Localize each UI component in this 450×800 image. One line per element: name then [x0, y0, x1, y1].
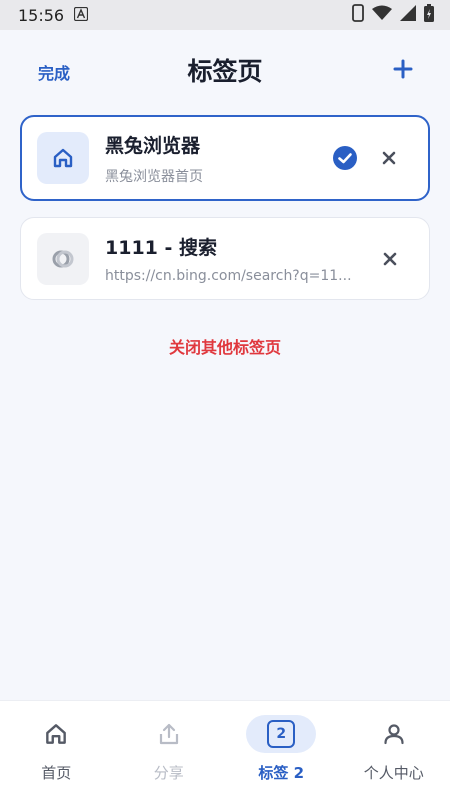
nav-label: 个人中心 — [363, 764, 424, 782]
close-other-tabs-button[interactable]: 关闭其他标签页 — [0, 334, 450, 358]
home-icon — [53, 148, 73, 168]
tab-subtitle: 黑兔浏览器首页 — [105, 168, 203, 185]
tab-thumbnail — [37, 232, 89, 285]
tab-card[interactable]: 1111 - 搜索 https://cn.bing.com/search?q=1… — [20, 217, 430, 300]
vibrate-icon — [352, 4, 364, 26]
nav-label: 分享 — [153, 764, 184, 782]
status-time: 15:56 — [18, 5, 65, 25]
close-tab-button[interactable] — [376, 145, 402, 171]
header: 完成 标签页 — [0, 30, 450, 110]
nav-label: 首页 — [41, 764, 72, 782]
person-icon — [384, 724, 404, 745]
share-icon — [159, 723, 178, 745]
nav-item-share[interactable]: 分享 — [113, 701, 226, 800]
status-bar: 15:56 — [0, 0, 450, 30]
page-title: 标签页 — [187, 57, 263, 86]
done-button[interactable]: 完成 — [38, 60, 70, 84]
tab-text: 1111 - 搜索 https://cn.bing.com/search?q=1… — [105, 233, 377, 284]
bing-icon — [52, 250, 74, 267]
tabs-icon: 2 — [267, 720, 296, 748]
signal-icon — [400, 5, 416, 25]
battery-icon — [424, 4, 434, 26]
add-tab-button[interactable] — [390, 56, 416, 82]
tab-text: 黑兔浏览器 黑兔浏览器首页 — [105, 131, 332, 186]
tab-subtitle: https://cn.bing.com/search?q=11... — [105, 268, 352, 284]
status-right — [352, 4, 434, 26]
nav-icon-wrap: 2 — [246, 715, 317, 753]
nav-icon-wrap — [21, 715, 91, 753]
tab-title: 黑兔浏览器 — [105, 134, 201, 157]
tab-title: 1111 - 搜索 — [105, 237, 217, 259]
wifi-icon — [372, 5, 392, 25]
tab-count: 2 — [276, 726, 287, 742]
nav-item-tabs[interactable]: 2 标签 2 — [225, 701, 338, 800]
bottom-nav: 首页 分享 2 标签 2 个人中心 — [0, 700, 450, 800]
nav-item-home[interactable]: 首页 — [0, 701, 113, 800]
plus-icon — [393, 59, 413, 79]
check-circle-icon — [333, 146, 357, 170]
close-icon — [383, 252, 397, 265]
close-tab-button[interactable] — [377, 246, 403, 272]
app-notification-icon — [74, 6, 89, 25]
nav-item-profile[interactable]: 个人中心 — [338, 701, 450, 800]
tab-thumbnail — [37, 132, 89, 184]
tab-card-active[interactable]: 黑兔浏览器 黑兔浏览器首页 — [20, 115, 430, 201]
home-icon — [46, 724, 67, 744]
nav-label: 标签 2 — [258, 764, 305, 782]
nav-icon-wrap — [359, 715, 429, 753]
close-icon — [382, 151, 396, 165]
nav-icon-wrap — [134, 715, 204, 753]
status-left: 15:56 — [18, 5, 89, 25]
